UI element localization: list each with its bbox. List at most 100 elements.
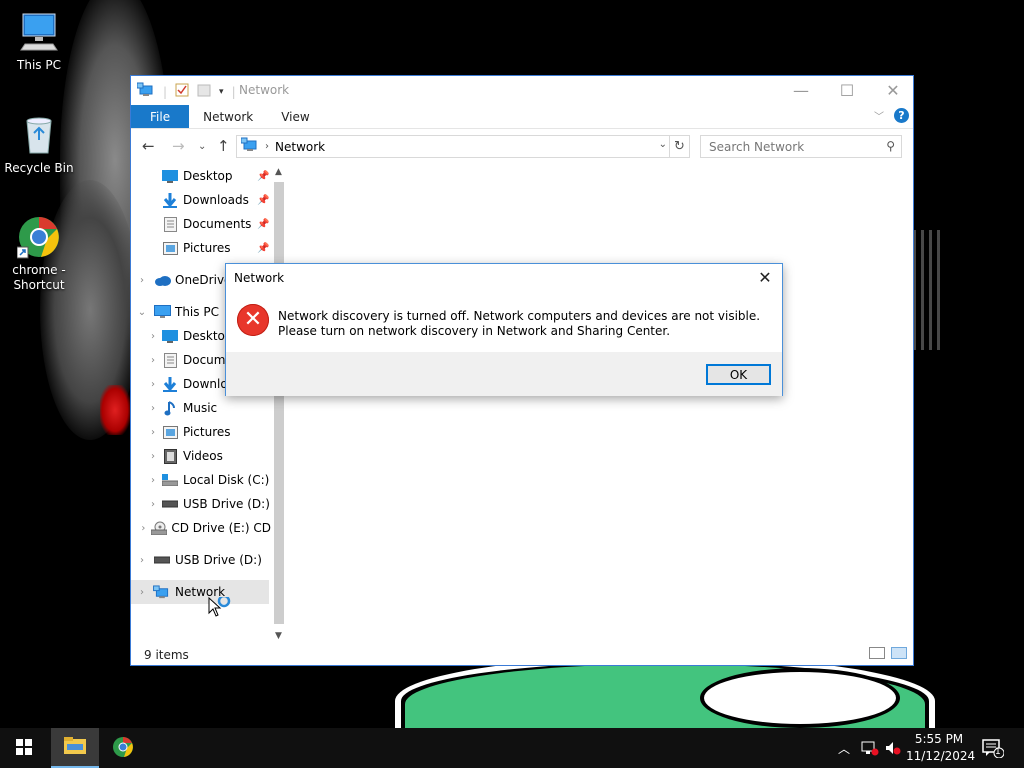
pin-icon[interactable]: 📌 — [257, 243, 269, 254]
expand-ribbon-icon[interactable]: ﹀ — [874, 108, 884, 123]
folder-icon — [64, 737, 86, 757]
chevron-right-icon[interactable]: › — [131, 499, 161, 510]
documents-folder-icon — [161, 216, 179, 232]
desktop-icon-label: This PC — [17, 58, 61, 72]
address-bar[interactable]: › Network ⌄ ↻ — [236, 135, 690, 158]
close-button[interactable]: ✕ — [870, 76, 916, 105]
pin-icon[interactable]: 📌 — [257, 219, 269, 230]
documents-folder-icon — [161, 352, 179, 368]
back-arrow-icon[interactable]: ← — [142, 137, 155, 155]
chevron-down-icon[interactable]: ⌄ — [131, 307, 153, 318]
recent-locations-icon[interactable]: ⌄ — [198, 141, 206, 152]
nav-item-cd-drive[interactable]: › CD Drive (E:) CD — [131, 516, 271, 540]
volume-muted-icon[interactable] — [884, 728, 902, 768]
tab-view[interactable]: View — [267, 105, 323, 128]
chevron-right-icon[interactable]: › — [131, 475, 161, 486]
recycle-bin-icon — [17, 113, 61, 157]
error-dialog: Network ✕ ✕ Network discovery is turned … — [225, 263, 783, 396]
clock-date: 11/12/2024 — [906, 749, 976, 763]
taskbar-chrome[interactable] — [99, 728, 147, 768]
nav-item-pc-pictures[interactable]: › Pictures — [131, 420, 271, 444]
scroll-down-icon[interactable]: ▼ — [271, 628, 286, 644]
scroll-up-icon[interactable]: ▲ — [271, 164, 286, 180]
chevron-right-icon[interactable]: › — [131, 355, 161, 366]
nav-item-pictures[interactable]: Pictures 📌 — [131, 236, 271, 260]
desktop-icon-label: Recycle Bin — [4, 161, 74, 175]
forward-arrow-icon[interactable]: → — [172, 137, 185, 155]
network-status-icon[interactable] — [861, 728, 879, 768]
details-view-icon[interactable] — [869, 647, 885, 659]
desktop-icon-recycle-bin[interactable]: Recycle Bin — [1, 113, 77, 176]
pin-icon[interactable]: 📌 — [257, 171, 269, 182]
pin-icon[interactable]: 📌 — [257, 195, 269, 206]
dialog-message: Network discovery is turned off. Network… — [278, 309, 761, 338]
search-input[interactable] — [701, 136, 871, 157]
tab-file[interactable]: File — [131, 105, 190, 128]
refresh-icon[interactable]: ↻ — [669, 136, 689, 157]
chevron-right-icon[interactable]: › — [131, 275, 153, 286]
breadcrumb-network[interactable]: Network — [275, 140, 325, 154]
new-folder-icon[interactable] — [197, 83, 211, 100]
breadcrumb-chevron-icon[interactable]: › — [265, 141, 269, 152]
scrollbar-thumb[interactable] — [274, 182, 284, 624]
windows-logo-icon — [16, 738, 32, 758]
customize-toolbar-icon[interactable]: ▾ — [219, 87, 224, 97]
mouse-cursor-icon — [208, 594, 234, 622]
nav-item-label: Downloads — [183, 193, 249, 207]
minimize-button[interactable]: — — [778, 76, 824, 105]
cd-drive-icon — [151, 520, 168, 536]
navigation-pane: Desktop 📌 Downloads 📌 Documents 📌 Pictur… — [131, 164, 286, 644]
nav-item-label: OneDrive — [175, 273, 232, 287]
downloads-folder-icon — [161, 376, 179, 392]
dialog-title: Network — [234, 271, 285, 285]
toolbar-divider: | — [231, 84, 236, 99]
nav-item-pc-music[interactable]: › Music — [131, 396, 271, 420]
up-arrow-icon[interactable]: ↑ — [217, 137, 230, 155]
pictures-folder-icon — [161, 424, 179, 440]
music-folder-icon — [161, 400, 179, 416]
maximize-button[interactable]: ☐ — [824, 76, 870, 105]
start-button[interactable] — [0, 728, 48, 768]
ribbon-tabs: File Network View ﹀ ? — [131, 105, 913, 129]
address-dropdown-icon[interactable]: ⌄ — [659, 139, 667, 150]
nav-item-label: Documents — [183, 217, 252, 231]
nav-item-label: Music — [183, 401, 218, 415]
action-center-icon[interactable]: 1 — [982, 728, 1004, 768]
title-bar[interactable]: | ▾ | Network — ☐ ✕ — [131, 76, 913, 105]
tab-network[interactable]: Network — [189, 105, 267, 128]
chrome-icon — [16, 215, 61, 259]
nav-pane-scrollbar[interactable]: ▲ ▼ — [271, 164, 286, 644]
large-icons-view-icon[interactable] — [891, 647, 907, 659]
nav-item-usb-root[interactable]: › USB Drive (D:) — [131, 548, 271, 572]
desktop-icon-this-pc[interactable]: This PC — [1, 10, 77, 73]
address-row: ← → ⌄ ↑ › Network ⌄ ↻ ⚲ — [131, 129, 913, 163]
desktop-icon-chrome-shortcut[interactable]: chrome - Shortcut — [1, 215, 77, 293]
nav-item-downloads[interactable]: Downloads 📌 — [131, 188, 271, 212]
show-hidden-icons-chevron-up-icon[interactable]: ︿ — [838, 728, 850, 768]
nav-item-usb-drive[interactable]: › USB Drive (D:) — [131, 492, 271, 516]
chevron-right-icon[interactable]: › — [131, 523, 151, 534]
dialog-close-button[interactable]: ✕ — [754, 267, 776, 289]
chrome-icon — [112, 736, 134, 761]
dialog-footer: OK — [226, 352, 782, 396]
chevron-right-icon[interactable]: › — [131, 427, 161, 438]
nav-item-local-disk[interactable]: › Local Disk (C:) — [131, 468, 271, 492]
nav-item-desktop[interactable]: Desktop 📌 — [131, 164, 271, 188]
properties-icon[interactable] — [175, 83, 189, 100]
taskbar-clock[interactable]: 5:55 PM 11/12/2024 — [906, 731, 976, 765]
help-icon[interactable]: ? — [894, 108, 909, 123]
nav-item-pc-videos[interactable]: › Videos — [131, 444, 271, 468]
search-box[interactable]: ⚲ — [700, 135, 902, 158]
chevron-right-icon[interactable]: › — [131, 555, 153, 566]
chevron-right-icon[interactable]: › — [131, 451, 161, 462]
nav-item-label: CD Drive (E:) CD — [171, 521, 271, 535]
search-icon[interactable]: ⚲ — [886, 139, 895, 153]
chevron-right-icon[interactable]: › — [131, 403, 161, 414]
nav-item-documents[interactable]: Documents 📌 — [131, 212, 271, 236]
taskbar-file-explorer[interactable] — [51, 728, 99, 768]
chevron-right-icon[interactable]: › — [131, 379, 161, 390]
chevron-right-icon[interactable]: › — [131, 587, 153, 598]
nav-item-network[interactable]: › Network — [131, 580, 269, 604]
ok-button[interactable]: OK — [706, 364, 771, 385]
chevron-right-icon[interactable]: › — [131, 331, 161, 342]
